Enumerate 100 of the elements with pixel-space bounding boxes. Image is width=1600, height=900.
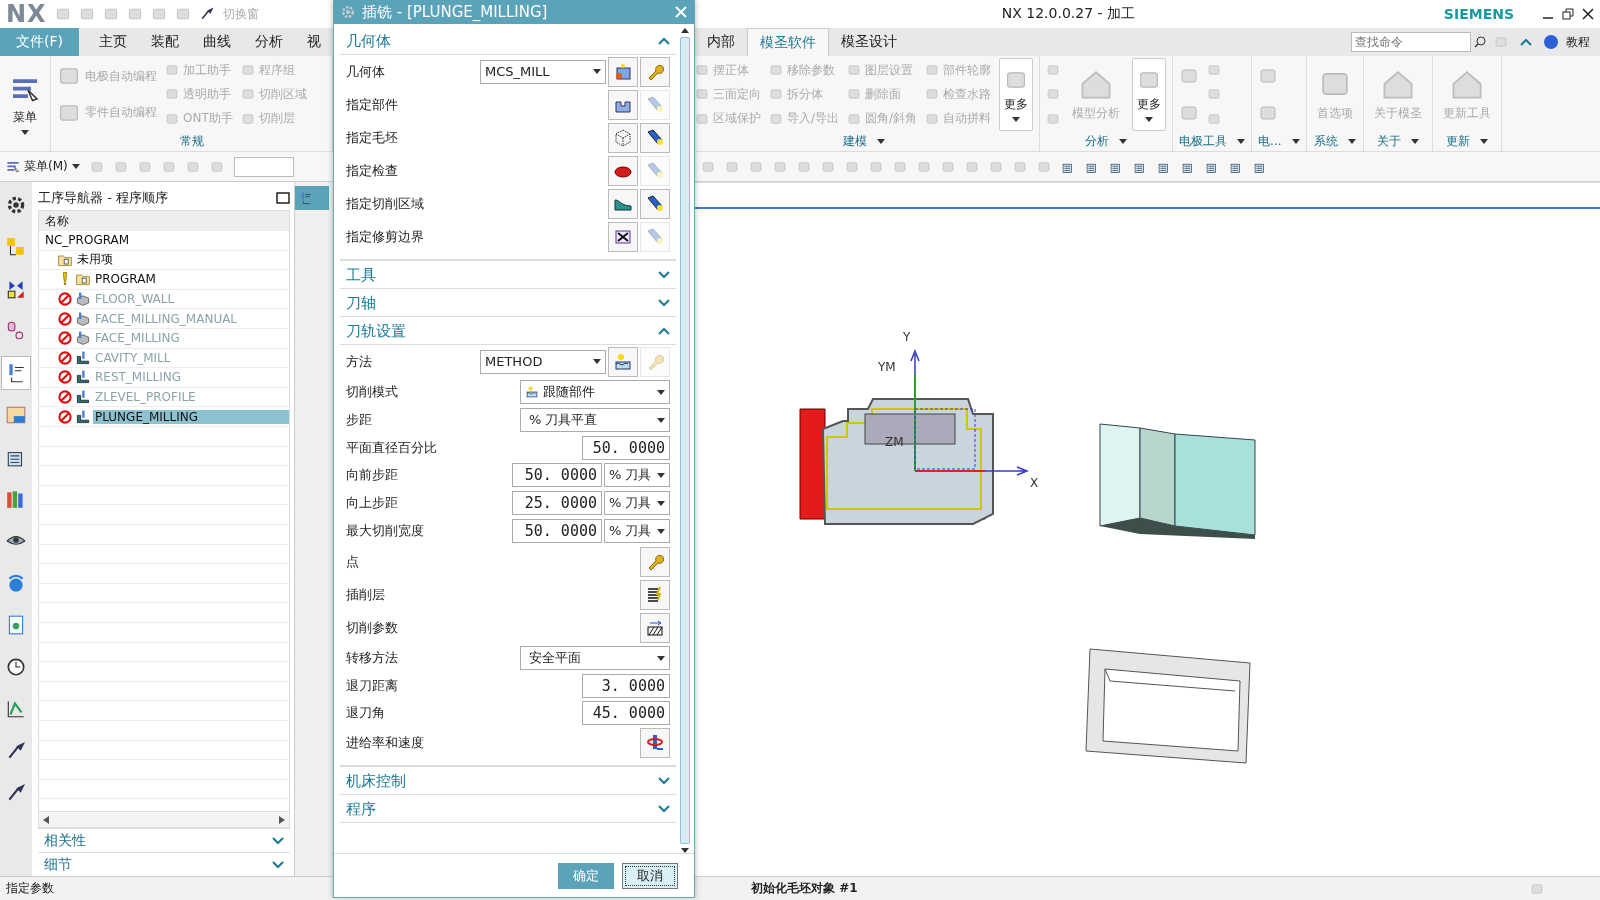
command-icon bbox=[847, 111, 862, 126]
section-header[interactable]: 机床控制 bbox=[340, 768, 676, 795]
close-icon[interactable] bbox=[1582, 8, 1594, 20]
tree-item[interactable]: PROGRAM bbox=[93, 272, 158, 287]
dropdown-value: 安全平面 bbox=[529, 649, 582, 667]
icon-button[interactable] bbox=[608, 188, 638, 219]
caret-icon[interactable] bbox=[1479, 138, 1488, 144]
navigator-tab[interactable] bbox=[1, 356, 31, 390]
cube-icon bbox=[613, 61, 633, 82]
ribbon-tab[interactable]: 视 bbox=[295, 28, 333, 56]
horizontal-scrollbar[interactable] bbox=[39, 811, 289, 827]
field-label: 几何体 bbox=[346, 62, 385, 81]
caret-icon bbox=[21, 129, 29, 135]
settings-icon[interactable] bbox=[340, 4, 356, 20]
section-header[interactable]: 刀轴 bbox=[340, 290, 676, 317]
more-button[interactable]: 更多 bbox=[1132, 58, 1167, 131]
icon-button[interactable] bbox=[608, 155, 638, 186]
section-header[interactable]: 程序 bbox=[340, 796, 676, 823]
ribbon-tab[interactable]: 模圣软件 bbox=[747, 28, 829, 56]
caret-icon bbox=[593, 69, 601, 74]
tree-item[interactable]: CAVITY_MILL bbox=[93, 350, 173, 365]
command-icon bbox=[847, 63, 862, 78]
more-button[interactable]: 更多 bbox=[999, 58, 1034, 131]
panel-title: 工序导航器 - 程序顺序 bbox=[38, 189, 168, 207]
dropdown[interactable]: 跟随部件 bbox=[520, 380, 670, 404]
icon-button[interactable] bbox=[640, 579, 670, 610]
ribbon-tab[interactable]: 主页 bbox=[87, 28, 139, 56]
app-logo: NX bbox=[6, 0, 47, 28]
number-field[interactable]: 3. 0000 bbox=[582, 673, 670, 698]
collapse-ribbon-icon[interactable] bbox=[1520, 38, 1532, 46]
unit-dropdown[interactable]: % 刀具 bbox=[604, 519, 670, 543]
menu-button[interactable]: 菜单 bbox=[6, 58, 44, 151]
flashlight-icon bbox=[645, 94, 665, 115]
tree-item[interactable]: ZLEVEL_PROFILE bbox=[93, 390, 198, 405]
search-field[interactable]: 查找命令 bbox=[1351, 32, 1471, 52]
number-field[interactable]: 50. 0000 bbox=[582, 435, 670, 460]
dropdown[interactable]: METHOD bbox=[480, 349, 606, 374]
tree-item[interactable]: REST_MILLING bbox=[93, 370, 183, 385]
field-label: 最大切削宽度 bbox=[346, 522, 424, 540]
tutorial-link[interactable]: 教程 bbox=[1566, 28, 1600, 56]
dropdown-value: 跟随部件 bbox=[543, 383, 596, 401]
tree-item[interactable]: FLOOR_WALL bbox=[93, 292, 177, 307]
ribbon-tab[interactable]: 内部 bbox=[695, 28, 747, 56]
section-header[interactable]: 工具 bbox=[340, 262, 676, 289]
number-field[interactable]: 50. 0000 bbox=[512, 519, 602, 543]
caret-icon[interactable] bbox=[877, 138, 886, 144]
icon-button[interactable] bbox=[608, 221, 638, 252]
tree-item[interactable]: FACE_MILLING_MANUAL bbox=[93, 311, 240, 326]
maximize-icon[interactable] bbox=[276, 192, 290, 204]
flashlight-icon bbox=[645, 127, 665, 148]
ribbon-tab[interactable]: 模圣设计 bbox=[829, 28, 909, 56]
field-label: 切削模式 bbox=[346, 383, 398, 401]
vertical-scrollbar[interactable] bbox=[678, 28, 692, 853]
command-icon bbox=[165, 111, 179, 126]
icon-button[interactable] bbox=[640, 122, 670, 153]
caret-icon[interactable] bbox=[1291, 138, 1300, 144]
icon-button[interactable] bbox=[640, 188, 670, 219]
section-header[interactable]: 刀轨设置 bbox=[340, 318, 676, 345]
help-icon[interactable] bbox=[1544, 35, 1558, 49]
icon-button[interactable] bbox=[640, 612, 670, 643]
cancel-button[interactable]: 取消 bbox=[622, 862, 678, 889]
number-field[interactable]: 45. 0000 bbox=[582, 700, 670, 725]
field-label: 方法 bbox=[346, 352, 372, 371]
dropdown[interactable]: MCS_MILL bbox=[480, 59, 606, 84]
navigator-side-tab[interactable] bbox=[295, 186, 329, 210]
tree-item[interactable]: FACE_MILLING bbox=[93, 331, 182, 346]
tree-item[interactable]: NC_PROGRAM bbox=[43, 233, 132, 248]
ribbon-tab[interactable]: 分析 bbox=[243, 28, 295, 56]
caret-icon[interactable] bbox=[1237, 138, 1246, 144]
group-label: 系统 bbox=[1313, 132, 1338, 150]
restore-icon[interactable] bbox=[1562, 8, 1574, 20]
status-icon bbox=[1530, 881, 1544, 896]
collapsible-panel[interactable]: 相关性 bbox=[38, 828, 290, 852]
status-text: 初始化毛坯对象 #1 bbox=[751, 880, 859, 897]
command-icon bbox=[769, 111, 783, 126]
chevron-icon bbox=[658, 327, 670, 335]
unit-dropdown[interactable]: % 刀具 bbox=[604, 463, 670, 487]
number-field[interactable]: 50. 0000 bbox=[512, 463, 602, 487]
right-arrow-icon[interactable] bbox=[279, 815, 285, 824]
ribbon-tab[interactable]: 曲线 bbox=[191, 28, 243, 56]
dropdown[interactable]: 安全平面 bbox=[520, 646, 670, 670]
dropdown[interactable]: % 刀具平直 bbox=[520, 408, 670, 432]
chevron-icon bbox=[658, 271, 670, 279]
search-icon[interactable] bbox=[1474, 36, 1486, 48]
section-header[interactable]: 几何体 bbox=[340, 28, 676, 55]
number-field[interactable]: 25. 0000 bbox=[512, 491, 602, 515]
ok-button[interactable]: 确定 bbox=[558, 862, 614, 889]
file-menu-tab[interactable]: 文件(F) bbox=[0, 28, 79, 56]
filter-field[interactable] bbox=[233, 156, 294, 177]
caret-icon[interactable] bbox=[1119, 138, 1128, 144]
gear-icon bbox=[5, 194, 27, 216]
unit-dropdown[interactable]: % 刀具 bbox=[604, 491, 670, 515]
menu-dropdown[interactable]: 菜单(M) bbox=[6, 158, 80, 175]
tree-item[interactable]: PLUNGE_MILLING bbox=[93, 409, 289, 424]
ribbon-tab[interactable]: 装配 bbox=[139, 28, 191, 56]
caret-icon[interactable] bbox=[1347, 138, 1356, 144]
caret-icon bbox=[681, 28, 689, 33]
tree-item[interactable]: 未用项 bbox=[75, 251, 115, 269]
left-arrow-icon[interactable] bbox=[43, 815, 49, 824]
caret-icon[interactable] bbox=[1410, 138, 1419, 144]
